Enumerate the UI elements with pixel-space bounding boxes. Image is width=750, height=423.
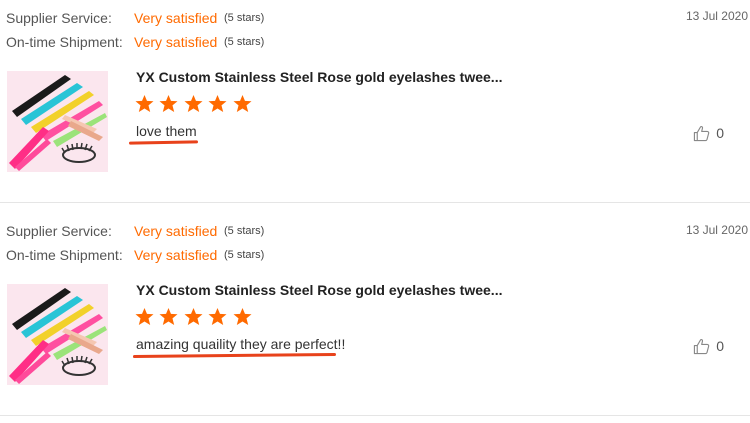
- review-comment: love them: [136, 123, 197, 139]
- review-date: 13 Jul 2020: [685, 223, 748, 237]
- star-icon: [159, 95, 178, 113]
- review-comment: amazing quaility they are perfect!!: [136, 336, 346, 352]
- shipment-value: Very satisfied: [134, 247, 218, 263]
- shipment-value: Very satisfied: [134, 34, 218, 50]
- shipment-stars: (5 stars): [224, 36, 265, 48]
- star-icon: [159, 308, 178, 326]
- review-date: 13 Jul 2020: [685, 9, 748, 23]
- star-icon: [184, 95, 203, 113]
- star-icon: [135, 308, 154, 326]
- star-icon: [233, 95, 252, 113]
- shipment-stars: (5 stars): [224, 249, 265, 261]
- product-title-link[interactable]: YX Custom Stainless Steel Rose gold eyel…: [136, 282, 502, 298]
- like-button[interactable]: 0: [693, 123, 724, 143]
- star-rating: [135, 95, 253, 115]
- review-item: Supplier Service: Very satisfied (5 star…: [0, 0, 750, 203]
- review-item: Supplier Service: Very satisfied (5 star…: [0, 203, 750, 416]
- star-icon: [233, 308, 252, 326]
- tweezers-product-icon: [7, 284, 108, 385]
- supplier-service-value: Very satisfied: [134, 10, 218, 26]
- like-count: 0: [716, 338, 724, 354]
- thumbs-up-icon: [694, 338, 710, 354]
- star-icon: [208, 308, 227, 326]
- product-thumbnail[interactable]: [7, 284, 108, 385]
- supplier-service-label: Supplier Service:: [6, 223, 112, 239]
- product-thumbnail[interactable]: [7, 71, 108, 172]
- tweezers-product-icon: [7, 71, 108, 172]
- supplier-service-value: Very satisfied: [134, 223, 218, 239]
- comment-underline: [132, 352, 337, 359]
- star-icon: [208, 95, 227, 113]
- shipment-label: On-time Shipment:: [6, 34, 123, 50]
- product-title-link[interactable]: YX Custom Stainless Steel Rose gold eyel…: [136, 69, 502, 85]
- supplier-service-stars: (5 stars): [224, 12, 265, 24]
- shipment-label: On-time Shipment:: [6, 247, 123, 263]
- star-icon: [184, 308, 203, 326]
- thumbs-up-icon: [694, 125, 710, 141]
- star-icon: [135, 95, 154, 113]
- like-count: 0: [716, 125, 724, 141]
- supplier-service-stars: (5 stars): [224, 225, 265, 237]
- star-rating: [135, 308, 253, 328]
- like-button[interactable]: 0: [693, 336, 724, 356]
- comment-underline: [128, 140, 199, 145]
- supplier-service-label: Supplier Service:: [6, 10, 112, 26]
